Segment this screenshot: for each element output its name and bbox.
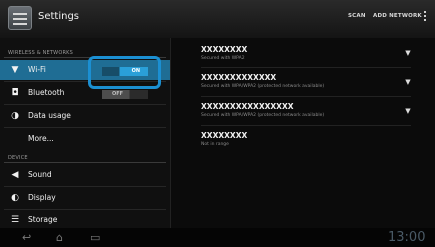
network-item[interactable]: XXXXXXXXXXXXXXXX Secured with WPA/WPA2 (… <box>201 102 421 118</box>
settings-screen: Settings SCAN ADD NETWORK WIRELESS & NET… <box>0 0 435 247</box>
network-ssid: XXXXXXXX <box>201 45 248 54</box>
divider <box>4 104 166 105</box>
wifi-signal-icon: ▼ <box>405 107 411 115</box>
section-divider <box>4 162 166 163</box>
network-ssid: XXXXXXXXXXXXXXXX <box>201 102 294 111</box>
sidebar-item-display[interactable]: ◐ Display <box>0 188 170 208</box>
home-icon[interactable]: ⌂ <box>56 231 63 244</box>
divider <box>201 96 411 97</box>
add-network-button[interactable]: ADD NETWORK <box>373 13 422 19</box>
network-security: Not in range <box>201 142 229 147</box>
wifi-signal-icon: ▼ <box>405 49 411 57</box>
scan-button[interactable]: SCAN <box>348 13 366 19</box>
section-header-device: DEVICE <box>8 155 28 161</box>
divider <box>201 67 411 68</box>
sidebar-item-storage[interactable]: ☰ Storage <box>0 210 170 230</box>
sidebar-item-label: Storage <box>28 215 58 224</box>
network-security: Secured with WPA/WPA2 (protected network… <box>201 113 325 118</box>
overflow-menu-icon[interactable] <box>424 11 427 25</box>
sound-icon: ◀ <box>11 170 19 180</box>
system-nav-bar: ↩ ⌂ ▭ 13:00 <box>0 228 435 247</box>
wifi-network-list: XXXXXXXX Secured with WPA2 ▼ XXXXXXXXXXX… <box>171 38 435 228</box>
display-icon: ◐ <box>11 193 19 203</box>
sidebar-item-label: Bluetooth <box>28 88 65 97</box>
wifi-toggle-highlight <box>88 56 161 89</box>
network-security: Secured with WPA2 <box>201 56 245 61</box>
divider <box>201 125 411 126</box>
wifi-icon: ▼ <box>11 65 19 75</box>
network-ssid: XXXXXXXX <box>201 131 248 140</box>
sidebar-item-label: Sound <box>28 170 52 179</box>
sidebar-item-label: More... <box>28 134 54 143</box>
back-icon[interactable]: ↩ <box>22 231 31 244</box>
settings-app-icon[interactable] <box>8 6 32 30</box>
divider <box>4 186 166 187</box>
wifi-signal-icon: ▼ <box>405 78 411 86</box>
action-bar: Settings SCAN ADD NETWORK <box>0 0 435 39</box>
sidebar-item-label: Display <box>28 193 56 202</box>
network-security: Secured with WPA/WPA2 (protected network… <box>201 84 325 89</box>
sidebar-item-label: Wi-Fi <box>28 65 46 74</box>
page-title: Settings <box>38 11 80 22</box>
sidebar-item-more[interactable]: More... <box>0 129 170 149</box>
network-item[interactable]: XXXXXXXX Secured with WPA2 <box>201 45 421 61</box>
divider <box>4 127 166 128</box>
bluetooth-toggle[interactable]: OFF <box>102 90 148 99</box>
storage-icon: ☰ <box>10 215 20 225</box>
network-ssid: XXXXXXXXXXXXX <box>201 73 277 82</box>
section-header-wireless: WIRELESS & NETWORKS <box>8 50 73 56</box>
bluetooth-icon: ◘ <box>11 88 19 98</box>
clock: 13:00 <box>388 230 426 245</box>
sidebar-item-data-usage[interactable]: ◑ Data usage <box>0 106 170 126</box>
recent-apps-icon[interactable]: ▭ <box>90 231 100 244</box>
network-item[interactable]: XXXXXXXXXXXXX Secured with WPA/WPA2 (pro… <box>201 73 421 89</box>
network-item[interactable]: XXXXXXXX Not in range <box>201 131 421 147</box>
sidebar-item-sound[interactable]: ◀ Sound <box>0 165 170 185</box>
sidebar-item-label: Data usage <box>28 111 71 120</box>
data-usage-icon: ◑ <box>11 111 19 121</box>
